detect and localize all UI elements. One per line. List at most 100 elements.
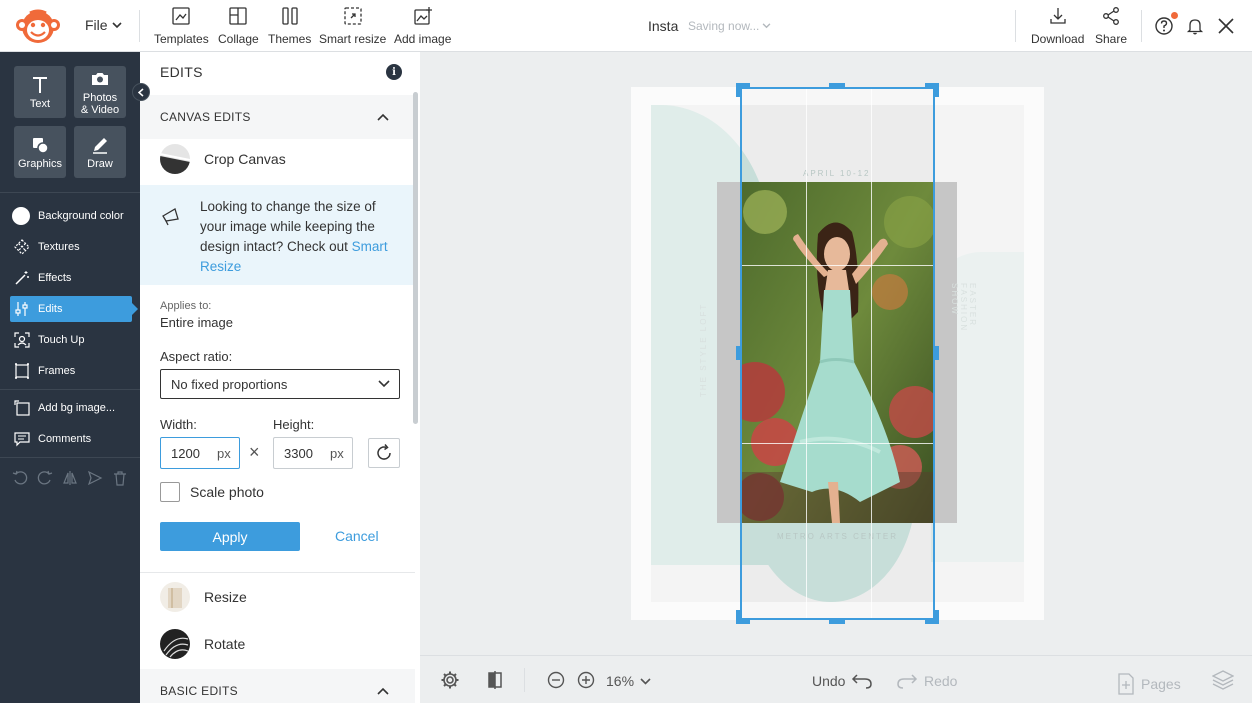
canvas-workspace[interactable]: APRIL 10-12 METRO ARTS CENTER THE STYLE …	[420, 52, 1252, 655]
layers-icon[interactable]	[1212, 669, 1234, 691]
magic-wand-icon	[15, 271, 29, 285]
send-icon[interactable]	[87, 470, 103, 486]
help-icon[interactable]	[1154, 16, 1174, 36]
picmonkey-logo-icon[interactable]	[14, 7, 62, 45]
save-status-label: Saving now...	[688, 19, 760, 33]
crop-handle-bottom[interactable]	[829, 620, 845, 624]
save-status[interactable]: Saving now...	[688, 19, 771, 33]
sidebar-item-touch-up[interactable]: Touch Up	[10, 327, 132, 353]
crop-canvas-thumbnail	[160, 144, 190, 174]
aspect-ratio-label: Aspect ratio:	[160, 349, 233, 364]
sidebar-item-add-bg-image[interactable]: Add bg image...	[10, 395, 132, 421]
refresh-icon	[377, 444, 391, 460]
crop-canvas-item[interactable]: Crop Canvas	[160, 143, 286, 175]
sidebar-item-label: Add bg image...	[38, 402, 116, 414]
collage-icon	[229, 7, 247, 25]
graphics-button[interactable]: Graphics	[14, 126, 66, 178]
crop-handle-bottom-left[interactable]	[736, 610, 740, 624]
resize-thumbnail	[160, 582, 190, 612]
height-input[interactable]: 3300 px	[273, 437, 353, 469]
reset-dimensions-button[interactable]	[368, 438, 400, 468]
crop-mask-right	[935, 87, 1044, 620]
sidebar-item-effects[interactable]: Effects	[10, 265, 132, 291]
themes-label: Themes	[268, 32, 312, 46]
applies-to-label: Applies to:	[160, 300, 212, 312]
collage-button[interactable]: Collage	[218, 6, 259, 46]
scale-photo-checkbox[interactable]	[160, 482, 180, 502]
crop-handle-top-left[interactable]	[736, 83, 740, 97]
close-icon[interactable]	[1216, 16, 1236, 36]
download-label: Download	[1031, 32, 1085, 46]
smart-resize-label: Smart resize	[319, 32, 387, 46]
flip-icon[interactable]	[62, 470, 78, 486]
smart-resize-button[interactable]: Smart resize	[319, 6, 386, 46]
crop-handle-top-right[interactable]	[935, 83, 939, 97]
crop-handle-right[interactable]	[935, 346, 939, 360]
text-tool-button[interactable]: Text	[14, 66, 66, 118]
sidebar-item-edits[interactable]: Edits	[10, 296, 138, 322]
collapse-sidebar-button[interactable]	[132, 83, 150, 101]
sidebar-item-frames[interactable]: Frames	[10, 358, 132, 384]
redo-icon[interactable]	[37, 470, 53, 486]
divider	[140, 572, 415, 573]
crop-frame[interactable]	[740, 87, 935, 620]
bell-icon[interactable]	[1185, 16, 1205, 36]
gear-icon[interactable]	[440, 670, 460, 690]
crop-handle-bottom-right[interactable]	[935, 610, 939, 624]
templates-icon	[172, 7, 190, 25]
aspect-ratio-select[interactable]: No fixed proportions	[160, 369, 400, 399]
document-title[interactable]: Insta	[648, 18, 678, 34]
download-button[interactable]: Download	[1031, 6, 1084, 46]
cancel-button[interactable]: Cancel	[335, 528, 379, 544]
share-button[interactable]: Share	[1095, 6, 1127, 46]
sidebar-item-background-color[interactable]: Background color	[10, 203, 132, 229]
applies-to-value: Entire image	[160, 315, 233, 330]
edits-panel: EDITS i CANVAS EDITS Crop Canvas Looking…	[140, 52, 420, 703]
graphics-icon	[33, 137, 49, 154]
zoom-out-icon[interactable]	[546, 670, 566, 690]
rotate-thumbnail	[160, 629, 190, 659]
redo-arrow-icon	[897, 674, 918, 689]
rotate-item[interactable]: Rotate	[160, 628, 245, 660]
themes-button[interactable]: Themes	[268, 6, 311, 46]
top-toolbar: File Templates Collage Themes Smart resi…	[0, 0, 1252, 52]
sidebar-item-textures[interactable]: Textures	[10, 234, 132, 260]
zoom-level: 16%	[606, 673, 635, 689]
photos-video-button[interactable]: Photos & Video	[74, 66, 126, 118]
redo-button[interactable]: Redo	[896, 673, 957, 689]
trash-icon[interactable]	[112, 470, 128, 486]
apply-button[interactable]: Apply	[160, 522, 300, 551]
undo-button[interactable]: Undo	[812, 673, 873, 689]
divider	[1141, 10, 1142, 42]
width-input[interactable]: 1200 px	[160, 437, 240, 469]
zoom-in-icon[interactable]	[576, 670, 596, 690]
templates-button[interactable]: Templates	[154, 6, 209, 46]
resize-item[interactable]: Resize	[160, 581, 247, 613]
crop-grid-line	[806, 89, 807, 618]
panel-scrollbar[interactable]	[413, 92, 418, 424]
info-icon[interactable]: i	[386, 64, 402, 80]
tip-body: Looking to change the size of your image…	[200, 199, 376, 254]
sidebar-item-label: Edits	[38, 303, 63, 315]
canvas-edits-header[interactable]: CANVAS EDITS	[140, 95, 415, 139]
notification-badge	[1171, 12, 1178, 19]
crop-handle-top[interactable]	[829, 83, 845, 87]
undo-arrow-icon	[852, 674, 873, 689]
pages-button[interactable]: Pages	[1117, 673, 1181, 695]
apply-label: Apply	[212, 528, 248, 545]
sidebar-item-label: Textures	[38, 241, 80, 253]
height-value: 3300	[284, 445, 313, 461]
compare-icon[interactable]	[485, 670, 505, 690]
width-label: Width:	[160, 417, 197, 432]
file-menu[interactable]: File	[85, 17, 122, 33]
zoom-level-dropdown[interactable]: 16%	[606, 673, 651, 689]
draw-button[interactable]: Draw	[74, 126, 126, 178]
basic-edits-header[interactable]: BASIC EDITS	[140, 669, 415, 703]
add-image-button[interactable]: Add image	[394, 6, 451, 46]
crop-grid-line	[871, 89, 872, 618]
undo-icon[interactable]	[12, 470, 28, 486]
sidebar-item-comments[interactable]: Comments	[10, 426, 132, 452]
crop-handle-left[interactable]	[736, 346, 740, 360]
megaphone-icon	[162, 208, 179, 226]
width-value: 1200	[171, 445, 200, 461]
